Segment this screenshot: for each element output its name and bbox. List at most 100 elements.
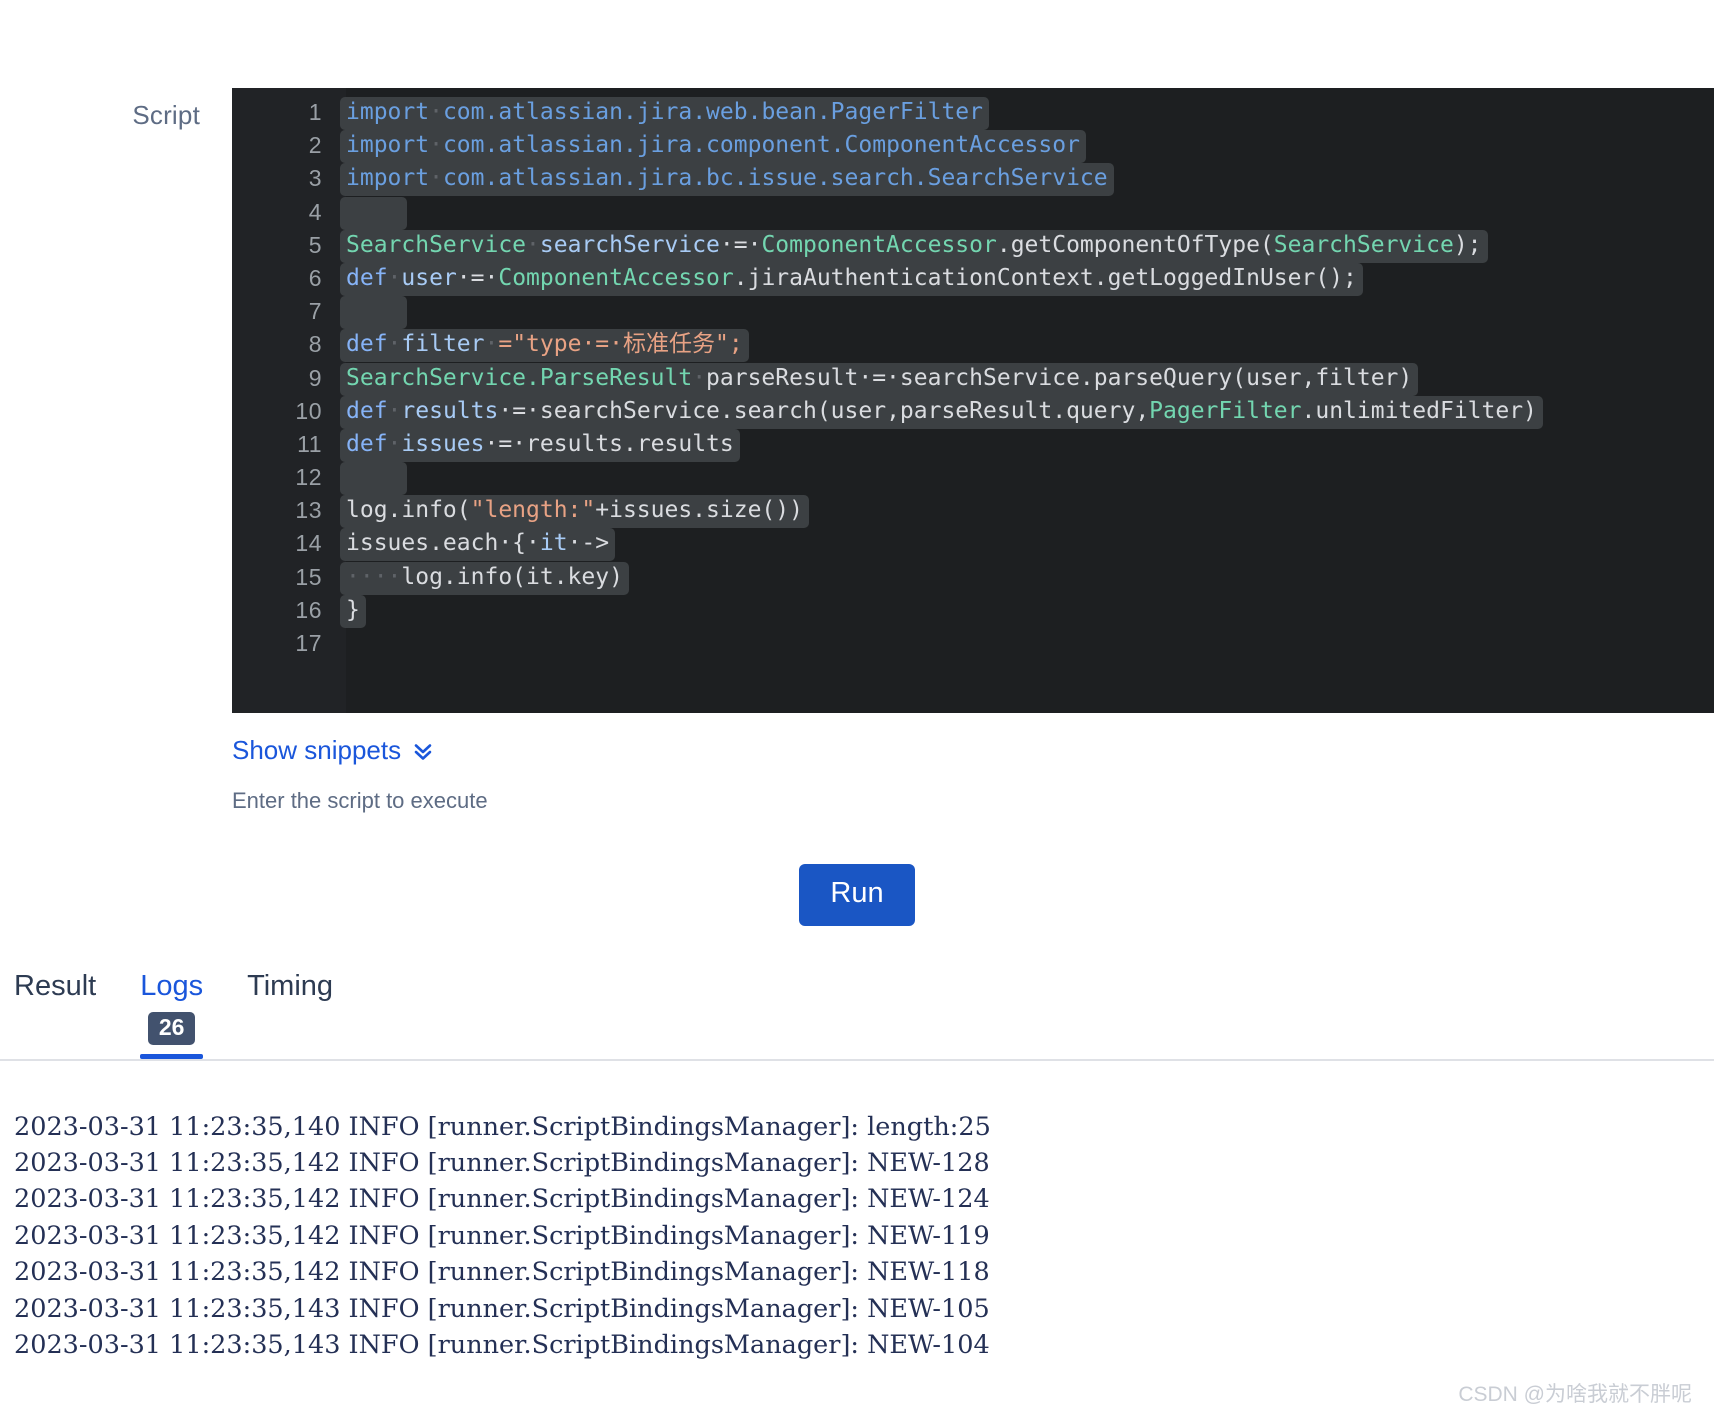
tab-label: Timing	[247, 969, 334, 1002]
code-line-text: import·com.atlassian.jira.component.Comp…	[340, 129, 1086, 164]
line-number: 2	[308, 132, 322, 159]
chevron-double-down-icon	[412, 740, 434, 762]
line-number: 5	[308, 231, 322, 258]
code-token: }	[346, 596, 360, 623]
code-line-highlight: def·filter·="type·=·标准任务";	[340, 329, 749, 363]
code-token: ·	[526, 231, 540, 258]
code-token: ="type·=·标准任务";	[498, 331, 743, 358]
line-number: 9	[308, 364, 322, 391]
code-content[interactable]: 1 import·com.atlassian.jira.web.bean.Page…	[232, 88, 1714, 713]
code-token: log.info(it.key)	[401, 563, 623, 590]
code-line: 6 def·user·=·ComponentAccessor.jiraAuthen…	[232, 262, 1714, 296]
log-line: 2023-03-31 11:23:35,142 INFO [runner.Scr…	[14, 1257, 990, 1288]
code-line-text: SearchService.ParseResult·parseResult·=·…	[340, 362, 1419, 396]
code-token: ·	[692, 364, 707, 391]
code-token: searchService	[539, 231, 720, 258]
line-number: 4	[308, 198, 322, 225]
line-number: 6	[308, 264, 322, 291]
code-line-highlight: }	[340, 594, 366, 628]
code-token: .getComponentOfType(	[996, 231, 1274, 258]
tab-result[interactable]: Result	[14, 970, 118, 1003]
code-token: .jiraAuthenticationContext.getLoggedInUs…	[733, 264, 1357, 291]
code-token: ·=·searchService.search(user,parseResult…	[498, 397, 1150, 424]
code-token: SearchService	[346, 231, 527, 258]
tab-logs[interactable]: Logs 26	[118, 970, 225, 1059]
run-button[interactable]: Run	[799, 864, 915, 926]
code-line-text: import·com.atlassian.jira.web.bean.Pager…	[340, 96, 989, 130]
code-token: ·=·	[456, 264, 499, 291]
code-line-text: log.info("length:"+issues.size())	[340, 494, 809, 529]
code-line: 5 SearchService·searchService·=·Component…	[232, 229, 1714, 263]
show-snippets-link[interactable]: Show snippets	[232, 713, 434, 766]
code-token: "length:"	[470, 497, 596, 524]
line-number: 12	[295, 464, 322, 491]
code-line-highlight: SearchService·searchService·=·ComponentA…	[340, 229, 1488, 263]
csdn-watermark: CSDN @为啥我就不胖呢	[1458, 1383, 1692, 1406]
line-number: 8	[308, 331, 322, 358]
code-line-highlight	[340, 196, 408, 230]
code-line-highlight: import·com.atlassian.jira.component.Comp…	[340, 130, 1086, 164]
log-line: 2023-03-31 11:23:35,142 INFO [runner.Scr…	[14, 1148, 990, 1179]
code-token: com.atlassian.jira.web.bean.PagerFilter	[442, 99, 983, 125]
code-token: ·	[387, 331, 402, 358]
code-token: results	[401, 397, 499, 424]
code-line-text	[340, 295, 408, 330]
code-token: log.info(	[346, 497, 471, 524]
code-line-highlight: def·user·=·ComponentAccessor.jiraAuthent…	[340, 262, 1363, 296]
tab-active-indicator	[140, 1053, 204, 1059]
code-line: 14 issues.each·{·it·->	[232, 527, 1714, 562]
code-line-highlight: def·issues·=·results.results	[340, 428, 740, 462]
code-token: import	[346, 99, 430, 125]
log-output-panel[interactable]: 2023-03-31 11:23:35,140 INFO [runner.Scr…	[0, 1061, 1714, 1364]
code-line: 9 SearchService.ParseResult·parseResult·=…	[232, 362, 1714, 396]
code-line: 13 log.info("length:"+issues.size())	[232, 494, 1714, 529]
code-token: it	[539, 530, 568, 557]
script-section: Script 1 import·com.atlassian.jira.web.be…	[0, 0, 1714, 713]
code-line: 12	[232, 461, 1714, 496]
code-line-text: def·filter·="type·=·标准任务";	[340, 328, 749, 363]
code-line-text: def·user·=·ComponentAccessor.jiraAuthent…	[340, 262, 1363, 296]
log-line: 2023-03-31 11:23:35,143 INFO [runner.Scr…	[14, 1330, 990, 1361]
code-token: ·	[387, 430, 402, 457]
script-label: Script	[132, 100, 200, 130]
run-button-row: Run	[0, 814, 1714, 926]
code-token: SearchService	[1273, 231, 1454, 258]
line-number: 1	[308, 99, 322, 125]
script-editor-wrapper: 1 import·com.atlassian.jira.web.bean.Page…	[232, 88, 1714, 713]
code-token: import	[346, 165, 430, 192]
tab-timing[interactable]: Timing	[225, 970, 355, 1003]
code-token: ·	[429, 165, 443, 192]
code-line-highlight: def·results·=·searchService.search(user,…	[340, 395, 1543, 429]
results-tabs-section: Result Logs 26 Timing	[0, 926, 1714, 1061]
line-number: 13	[295, 497, 322, 524]
code-token: parseResult·=·searchService.parseQuery(u…	[706, 364, 1413, 391]
code-line: 4	[232, 196, 1714, 230]
code-token: ·=·results.results	[484, 430, 734, 457]
code-line-text	[340, 461, 408, 496]
code-line-highlight: log.info("length:"+issues.size())	[340, 495, 809, 529]
code-line-text	[340, 196, 408, 230]
log-line: 2023-03-31 11:23:35,143 INFO [runner.Scr…	[14, 1293, 990, 1324]
tab-label: Result	[14, 969, 97, 1002]
show-snippets-label: Show snippets	[232, 735, 402, 765]
code-line-highlight: ····log.info(it.key)	[340, 561, 629, 595]
code-line-highlight: import·com.atlassian.jira.web.bean.Pager…	[340, 97, 989, 130]
editor-footer: Show snippets Enter the script to execut…	[0, 713, 1714, 814]
code-editor[interactable]: 1 import·com.atlassian.jira.web.bean.Page…	[232, 88, 1714, 713]
code-token: ComponentAccessor	[761, 231, 997, 258]
tab-active-indicator	[36, 1012, 96, 1017]
log-line: 2023-03-31 11:23:35,142 INFO [runner.Scr…	[14, 1220, 990, 1251]
code-line-highlight	[340, 462, 408, 496]
code-token: ComponentAccessor	[498, 264, 734, 291]
code-token: def	[346, 430, 388, 457]
code-token: ·->	[567, 530, 610, 557]
code-line-text: SearchService·searchService·=·ComponentA…	[340, 229, 1488, 263]
code-line: 8 def·filter·="type·=·标准任务";	[232, 328, 1714, 363]
code-line-highlight: issues.each·{·it·->	[340, 528, 616, 562]
code-line: 1 import·com.atlassian.jira.web.bean.Page…	[232, 96, 1714, 130]
code-line: 17	[232, 627, 1714, 660]
log-line: 2023-03-31 11:23:35,140 INFO [runner.Scr…	[14, 1111, 991, 1142]
